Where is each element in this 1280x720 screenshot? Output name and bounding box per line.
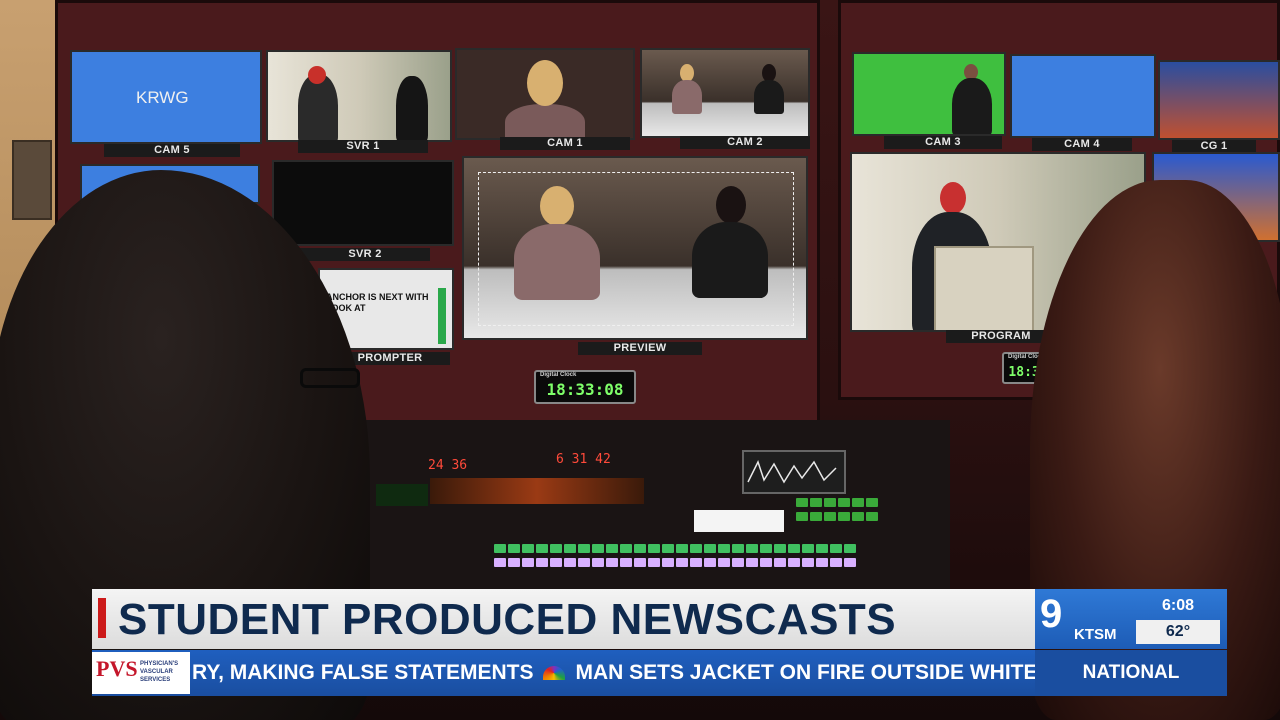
channel-number: 9 [1040, 592, 1063, 636]
preview-anchor1-head [540, 186, 574, 226]
cam1-label: CAM 1 [500, 137, 630, 150]
console-amber-strip [430, 478, 644, 504]
preview-monitor [462, 156, 808, 340]
speaker-head [308, 66, 326, 84]
green-button-row [796, 498, 878, 507]
program-podium [934, 246, 1034, 330]
station-temperature: 62° [1165, 623, 1191, 640]
cam3-monitor [852, 52, 1006, 136]
preview-anchor2-head [716, 186, 746, 224]
peacock-separator-icon [543, 666, 566, 681]
main-digital-clock: Digital Clock 18:33:08 [534, 370, 636, 404]
interpreter-figure [396, 76, 428, 140]
cam5-overlay-text: KRWG [136, 88, 189, 107]
program-bus-row [494, 544, 856, 553]
call-sign: KTSM [1074, 626, 1117, 643]
anchor2-figure [754, 80, 784, 114]
anchor-figure [505, 104, 585, 138]
sponsor-logo-mark: PVS [96, 656, 138, 681]
cam4-label: CAM 4 [1032, 138, 1132, 151]
operator-glasses [300, 368, 360, 388]
cam3-label: CAM 3 [884, 136, 1002, 149]
console-readout-right: 6 31 42 [556, 452, 611, 467]
cg1-monitor [1158, 60, 1280, 140]
ticker-item-left: RY, MAKING FALSE STATEMENTS [192, 661, 534, 684]
prompter-progress-bar [438, 288, 446, 344]
preview-label: PREVIEW [578, 342, 702, 355]
cam2-monitor [640, 48, 810, 138]
main-clock-caption: Digital Clock [540, 372, 577, 378]
ticker-item-right: MAN SETS JACKET ON FIRE OUTSIDE WHITE H [575, 661, 1035, 684]
cam1-monitor [455, 48, 635, 140]
prompter-screen-text: ANCHOR IS NEXT WITH LOOK AT [326, 292, 429, 313]
console-green-display [376, 484, 428, 506]
switcher-console [350, 420, 950, 600]
station-time: 6:08 [1161, 597, 1195, 614]
cam3-subject-figure [952, 78, 992, 134]
console-readout-left: 24 36 [428, 458, 468, 473]
cam2-label: CAM 2 [680, 136, 810, 149]
preview-anchor2-figure [692, 222, 768, 298]
anchor-head [527, 60, 563, 106]
program-label: PROGRAM [946, 330, 1056, 343]
svr2-monitor [272, 160, 454, 246]
waveform-trace [747, 460, 837, 484]
ticker-text: RY, MAKING FALSE STATEMENTS MAN SETS JACK… [192, 650, 1035, 696]
news-ticker: RY, MAKING FALSE STATEMENTS MAN SETS JACK… [92, 650, 1035, 696]
sponsor-logo: PVS PHYSICIAN'S VASCULAR SERVICES [92, 652, 190, 694]
svr2-label: SVR 2 [300, 248, 430, 261]
main-clock-time: 18:33:08 [546, 380, 624, 399]
cam5-monitor: KRWG [70, 50, 262, 144]
sponsor-logo-text: PHYSICIAN'S VASCULAR SERVICES [140, 661, 179, 683]
preview-bus-row [494, 558, 856, 567]
console-white-keys [694, 510, 784, 532]
anchor1-figure [672, 80, 702, 114]
cam4-monitor [1010, 54, 1156, 138]
green-button-row-2 [796, 512, 878, 521]
speaker-figure [298, 74, 338, 140]
section-label: NATIONAL [1082, 662, 1180, 683]
headline-text: STUDENT PRODUCED NEWSCASTS [118, 595, 897, 644]
svr1-monitor [266, 50, 452, 142]
door [12, 140, 52, 220]
cam5-label: CAM 5 [104, 144, 240, 157]
svr1-label: SVR 1 [298, 140, 428, 153]
program-speaker-head [940, 182, 966, 214]
waveform-scope [742, 450, 846, 494]
headline-accent [98, 598, 106, 638]
preview-anchor1-figure [514, 224, 600, 300]
